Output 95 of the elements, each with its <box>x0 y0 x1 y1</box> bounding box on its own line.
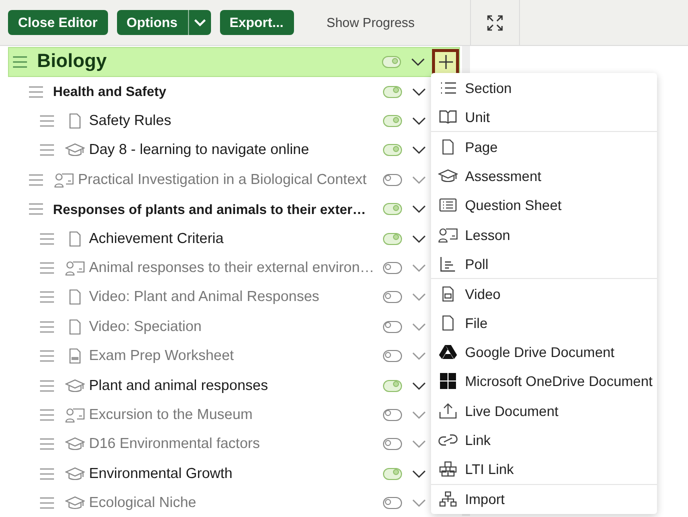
publish-toggle[interactable] <box>383 350 402 362</box>
drag-handle-icon[interactable] <box>40 497 54 510</box>
expand-icon[interactable] <box>487 14 503 30</box>
item-title: Achievement Criteria <box>89 230 225 247</box>
drag-handle-icon[interactable] <box>29 86 43 98</box>
chevron-icon[interactable] <box>412 382 426 390</box>
chevron-icon[interactable] <box>412 88 426 96</box>
drag-handle-icon[interactable] <box>40 468 54 480</box>
item-title: Exam Prep Worksheet <box>89 348 235 364</box>
chevron-icon[interactable] <box>412 205 426 214</box>
drag-handle-icon[interactable] <box>40 320 54 333</box>
graduation-cap-icon <box>65 466 85 482</box>
publish-toggle[interactable] <box>383 380 402 392</box>
publish-toggle[interactable] <box>382 56 401 68</box>
chevron-icon[interactable] <box>412 146 426 154</box>
person-board-icon <box>65 260 85 276</box>
drag-handle-icon[interactable] <box>29 174 43 186</box>
item-title: Practical Investigation in a Biological Context <box>78 172 368 188</box>
page-icon <box>442 315 454 332</box>
graduation-cap-icon <box>65 378 85 394</box>
drag-handle-icon[interactable] <box>40 144 54 156</box>
item-title: Biology <box>37 51 108 73</box>
item-title: D16 Environmental factors <box>89 436 261 452</box>
drag-handle-icon[interactable] <box>40 115 54 128</box>
publish-toggle[interactable] <box>383 320 402 333</box>
cubes-icon <box>439 461 457 478</box>
toolbar-button[interactable]: Export... <box>220 10 294 35</box>
item-title: Video: Speciation <box>89 318 203 335</box>
triangle-logo-icon <box>439 344 457 360</box>
person-board-icon <box>54 172 74 188</box>
person-board-icon <box>438 226 458 243</box>
upload-icon <box>439 402 457 419</box>
menu-item[interactable]: Import <box>431 484 657 514</box>
toolbar-button[interactable]: Close Editor <box>8 10 108 35</box>
caret-icon <box>194 18 206 26</box>
link-icon <box>438 432 458 447</box>
graduation-cap-icon <box>65 142 85 158</box>
page-icon <box>69 230 81 247</box>
video-file-icon <box>442 286 454 302</box>
options-button[interactable]: Options <box>116 10 189 35</box>
chevron-icon[interactable] <box>412 470 426 478</box>
page-icon <box>69 318 81 335</box>
publish-toggle[interactable] <box>383 86 402 98</box>
publish-toggle[interactable] <box>383 438 402 450</box>
show-progress-button[interactable]: Show Progress <box>320 14 421 31</box>
item-title: Responses of plants and animals to their exter… <box>53 202 367 217</box>
publish-toggle[interactable] <box>383 468 402 480</box>
drag-handle-icon[interactable] <box>40 232 54 245</box>
drag-handle-icon[interactable] <box>40 262 54 274</box>
item-title: Ecological Niche <box>89 495 198 512</box>
pdf-document-icon <box>69 348 81 364</box>
item-title: Day 8 - learning to navigate online <box>89 142 310 158</box>
plus-icon <box>438 55 452 69</box>
publish-toggle[interactable] <box>383 291 402 304</box>
poll-icon <box>440 256 456 272</box>
publish-toggle[interactable] <box>383 408 402 421</box>
list-sheet-icon <box>439 198 457 212</box>
item-title: Environmental Growth <box>89 466 234 482</box>
item-title: Safety Rules <box>89 113 172 130</box>
course-row[interactable]: Biology <box>8 47 460 77</box>
dropdown-button[interactable] <box>188 10 211 35</box>
book-icon <box>439 110 457 124</box>
graduation-cap-icon <box>65 436 85 452</box>
publish-toggle[interactable] <box>383 232 402 245</box>
drag-handle-icon[interactable] <box>40 380 54 392</box>
publish-toggle[interactable] <box>383 203 402 216</box>
item-title: Plant and animal responses <box>89 378 269 394</box>
item-title: Excursion to the Museum <box>89 406 254 423</box>
publish-toggle[interactable] <box>383 115 402 128</box>
publish-toggle[interactable] <box>383 174 402 186</box>
item-title: Health and Safety <box>53 84 168 100</box>
publish-toggle[interactable] <box>383 144 402 156</box>
graduation-cap-icon <box>438 168 458 184</box>
publish-toggle[interactable] <box>383 262 402 274</box>
drag-handle-icon[interactable] <box>40 291 54 304</box>
chevron-icon[interactable] <box>412 234 426 243</box>
drag-handle-icon[interactable] <box>29 203 43 216</box>
drag-handle-icon[interactable] <box>13 56 27 68</box>
publish-toggle[interactable] <box>383 497 402 510</box>
drag-handle-icon[interactable] <box>40 408 54 421</box>
page-icon <box>69 113 81 130</box>
graduation-cap-icon <box>65 495 85 512</box>
grid-logo-icon <box>440 373 456 390</box>
item-title: Animal responses to their external environ… <box>89 260 376 276</box>
drag-handle-icon[interactable] <box>40 350 54 362</box>
add-button[interactable] <box>432 48 459 76</box>
page-icon <box>69 289 81 306</box>
item-title: Video: Plant and Animal Responses <box>89 289 320 306</box>
hierarchy-icon <box>439 491 457 508</box>
drag-handle-icon[interactable] <box>40 438 54 450</box>
page-icon <box>442 138 454 155</box>
chevron-icon[interactable] <box>412 117 426 126</box>
chevron-icon[interactable] <box>411 58 425 66</box>
person-board-icon <box>65 406 85 423</box>
list-icon <box>440 80 456 95</box>
